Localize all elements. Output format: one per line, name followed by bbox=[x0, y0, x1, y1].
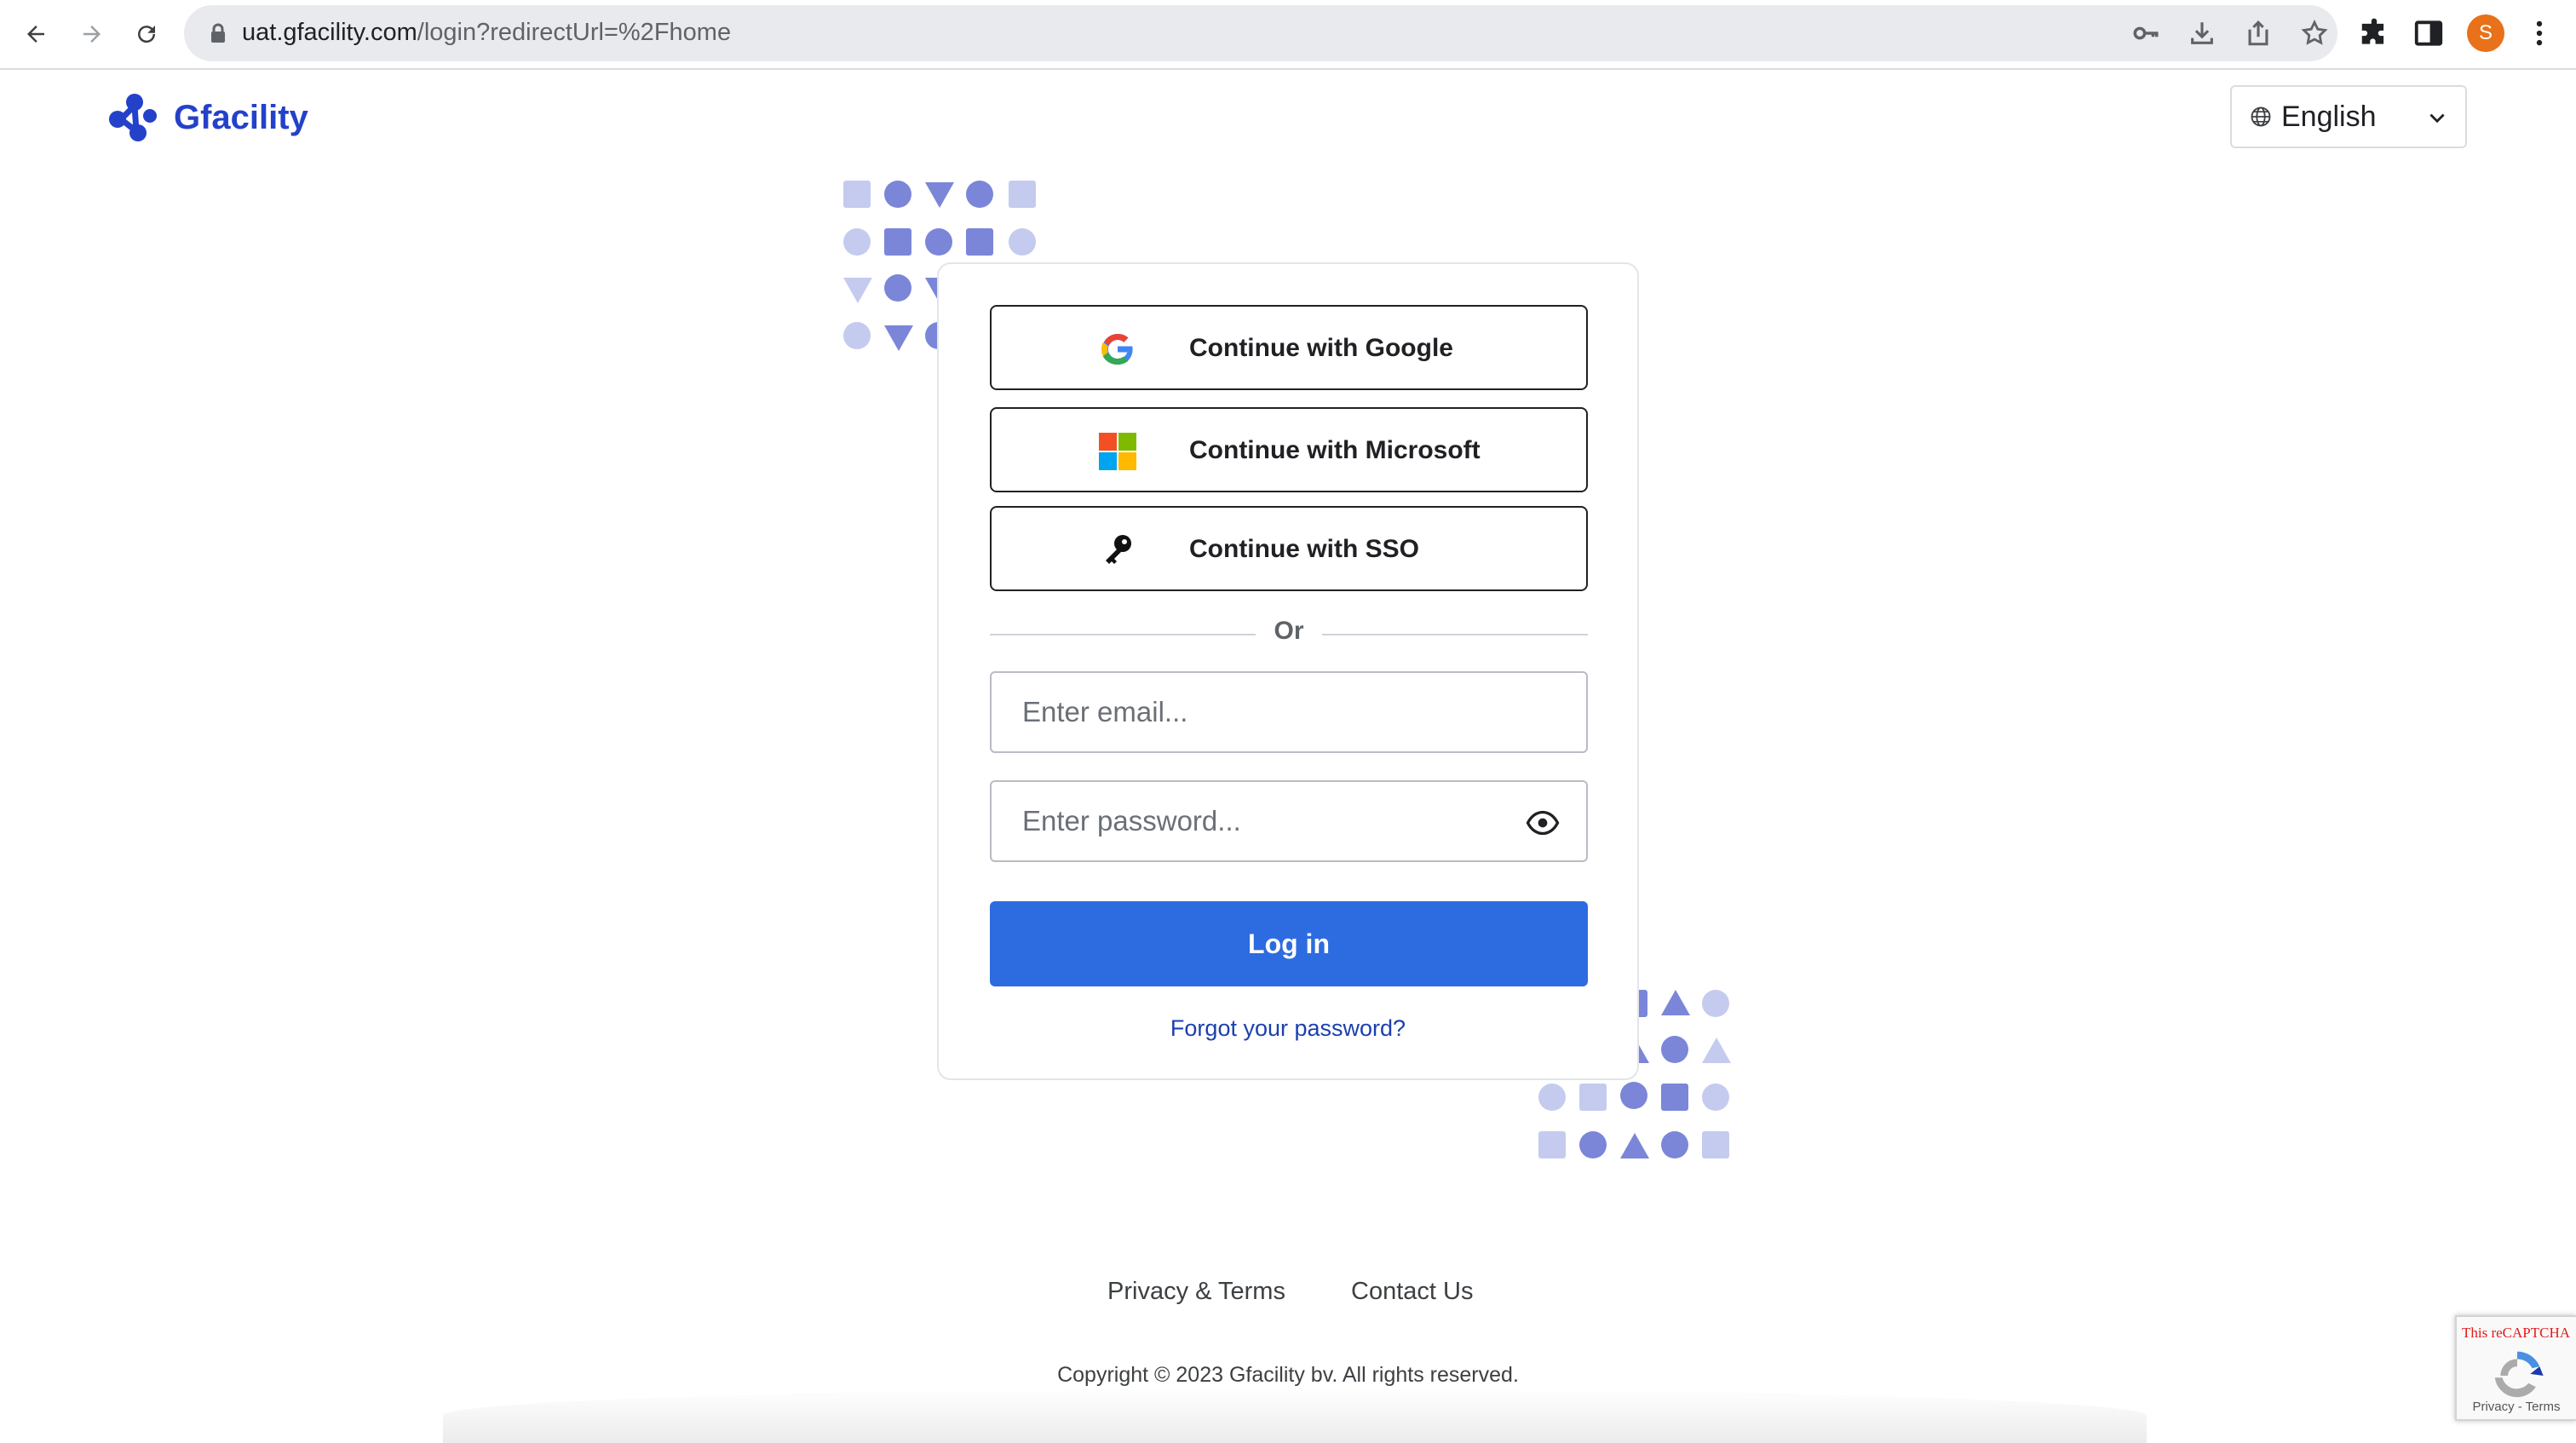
forgot-password-link[interactable]: Forgot your password? bbox=[939, 1015, 1637, 1042]
star-icon[interactable] bbox=[2300, 19, 2329, 48]
share-icon[interactable] bbox=[2244, 19, 2273, 48]
language-label: English bbox=[2281, 100, 2377, 133]
sso-key-icon bbox=[1106, 535, 1131, 564]
microsoft-button-label: Continue with Microsoft bbox=[1189, 436, 1481, 464]
brand-logo[interactable]: Gfacility bbox=[106, 90, 308, 145]
recaptcha-icon bbox=[2494, 1351, 2544, 1398]
continue-with-microsoft-button[interactable]: Continue with Microsoft bbox=[990, 407, 1588, 492]
eye-icon[interactable] bbox=[1525, 806, 1561, 840]
menu-icon[interactable] bbox=[2523, 17, 2556, 49]
extensions-icon[interactable] bbox=[2358, 17, 2390, 49]
reload-icon[interactable] bbox=[128, 15, 165, 53]
email-input[interactable] bbox=[992, 673, 1586, 751]
profile-avatar[interactable]: S bbox=[2467, 14, 2504, 52]
divider-line-left bbox=[990, 634, 1256, 635]
download-icon[interactable] bbox=[2188, 19, 2217, 48]
key-icon[interactable] bbox=[2131, 19, 2160, 48]
microsoft-icon bbox=[1099, 433, 1136, 470]
email-field[interactable] bbox=[990, 671, 1588, 753]
sidepanel-icon[interactable] bbox=[2412, 17, 2445, 49]
recaptcha-badge[interactable]: This reCAPTCHA site admin If you a Priva… bbox=[2455, 1315, 2576, 1421]
login-button[interactable]: Log in bbox=[990, 901, 1588, 986]
brand-name: Gfacility bbox=[174, 98, 308, 136]
sso-button-label: Continue with SSO bbox=[1189, 535, 1419, 563]
globe-icon bbox=[2251, 106, 2271, 127]
language-select[interactable]: English bbox=[2230, 85, 2467, 148]
login-card: Continue with Google Continue with Micro… bbox=[937, 262, 1639, 1080]
url-text[interactable]: uat.gfacility.com/login?redirectUrl=%2Fh… bbox=[242, 19, 731, 47]
copyright-text: Copyright © 2023 Gfacility bv. All right… bbox=[1057, 1363, 1519, 1387]
browser-toolbar: uat.gfacility.com/login?redirectUrl=%2Fh… bbox=[0, 0, 2576, 70]
contact-us-link[interactable]: Contact Us bbox=[1351, 1278, 1473, 1306]
lock-icon[interactable] bbox=[210, 22, 227, 44]
or-divider: Or bbox=[990, 617, 1588, 651]
gfacility-logo-icon bbox=[109, 94, 157, 141]
google-button-label: Continue with Google bbox=[1189, 334, 1453, 362]
recaptcha-terms[interactable]: Privacy - Terms bbox=[2457, 1400, 2576, 1414]
back-icon[interactable] bbox=[17, 15, 55, 53]
google-icon bbox=[1101, 334, 1135, 365]
chevron-down-icon bbox=[2429, 113, 2445, 124]
continue-with-sso-button[interactable]: Continue with SSO bbox=[990, 506, 1588, 591]
continue-with-google-button[interactable]: Continue with Google bbox=[990, 305, 1588, 390]
forward-icon[interactable] bbox=[73, 15, 111, 53]
password-field[interactable] bbox=[990, 780, 1588, 862]
privacy-terms-link[interactable]: Privacy & Terms bbox=[1107, 1278, 1285, 1306]
password-input[interactable] bbox=[992, 782, 1586, 860]
bottom-shadow bbox=[443, 1388, 2147, 1443]
divider-line-right bbox=[1322, 634, 1588, 635]
address-bar[interactable]: uat.gfacility.com/login?redirectUrl=%2Fh… bbox=[184, 5, 2337, 61]
or-label: Or bbox=[1274, 617, 1304, 645]
